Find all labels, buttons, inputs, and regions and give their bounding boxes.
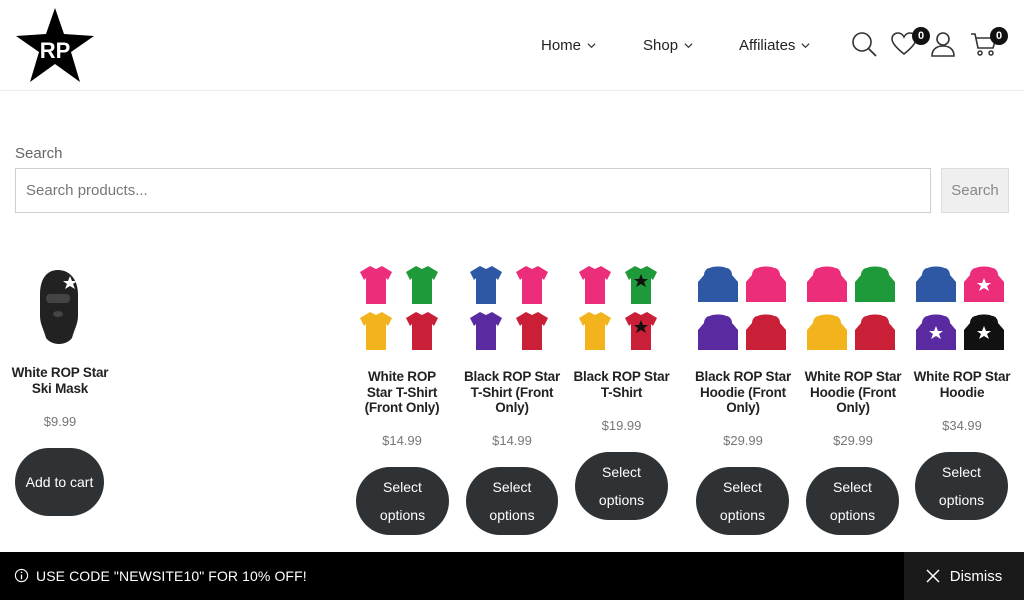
nav-shop[interactable]: Shop: [643, 34, 694, 56]
rop-star-logo[interactable]: RP: [14, 6, 96, 84]
product-title[interactable]: Black ROP Star T-Shirt (Front Only): [463, 369, 561, 416]
product-title[interactable]: White ROP Star Hoodie (Front Only): [803, 369, 903, 416]
search-button[interactable]: Search: [941, 168, 1009, 213]
product-image-tshirt-colors[interactable]: [577, 264, 665, 356]
search-icon[interactable]: [850, 30, 878, 58]
chevron-down-icon: [587, 42, 596, 48]
product-image-tshirt-colors[interactable]: [468, 264, 556, 356]
product-price: $14.99: [382, 433, 422, 448]
promo-text: USE CODE "NEWSITE10" FOR 10% OFF!: [36, 568, 307, 584]
cart-count-badge: 0: [990, 27, 1008, 45]
product-title[interactable]: Black ROP Star T-Shirt: [572, 369, 671, 400]
site-header: RP Home Shop Affiliates 0 0: [0, 0, 1024, 91]
search-input[interactable]: [15, 168, 931, 213]
close-icon: [926, 569, 940, 583]
nav-affiliates-label: Affiliates: [739, 36, 796, 54]
product-image-hoodie-colors[interactable]: [805, 264, 901, 356]
dismiss-button[interactable]: Dismiss: [904, 552, 1024, 600]
nav-home-label: Home: [541, 36, 582, 54]
ski-mask-image[interactable]: [32, 268, 84, 348]
product-price: $14.99: [492, 433, 532, 448]
search-label: Search: [15, 145, 63, 162]
user-icon[interactable]: [929, 30, 957, 58]
select-options-button[interactable]: Select options: [806, 467, 899, 535]
nav-shop-label: Shop: [643, 36, 679, 54]
product-price: $29.99: [833, 433, 873, 448]
select-options-button[interactable]: Select options: [575, 452, 668, 520]
nav-affiliates[interactable]: Affiliates: [739, 34, 811, 56]
svg-text:RP: RP: [40, 38, 71, 63]
nav-home[interactable]: Home: [541, 34, 597, 56]
promo-banner: USE CODE "NEWSITE10" FOR 10% OFF! Dismis…: [0, 552, 1024, 600]
product-title[interactable]: White ROP Star Ski Mask: [10, 365, 110, 396]
product-price: $19.99: [601, 418, 642, 433]
product-title[interactable]: Black ROP Star Hoodie (Front Only): [693, 369, 793, 416]
info-icon: [14, 568, 29, 583]
chevron-down-icon: [684, 42, 693, 48]
dismiss-label: Dismiss: [949, 567, 1003, 585]
product-title[interactable]: White ROP Star Hoodie: [912, 369, 1012, 400]
select-options-button[interactable]: Select options: [466, 467, 558, 535]
product-image-tshirt-colors[interactable]: [358, 264, 446, 356]
product-price: $34.99: [942, 418, 982, 433]
product-price: $9.99: [43, 414, 77, 429]
chevron-down-icon: [801, 42, 811, 48]
select-options-button[interactable]: Select options: [915, 452, 1008, 520]
product-title[interactable]: White ROP Star T-Shirt (Front Only): [354, 369, 450, 416]
product-image-hoodie-colors[interactable]: [696, 264, 792, 356]
product-price: $29.99: [723, 433, 763, 448]
product-image-hoodie-colors[interactable]: [914, 264, 1010, 356]
select-options-button[interactable]: Select options: [356, 467, 449, 535]
add-to-cart-button[interactable]: Add to cart: [15, 448, 104, 516]
select-options-button[interactable]: Select options: [696, 467, 789, 535]
wishlist-count-badge: 0: [912, 27, 930, 45]
